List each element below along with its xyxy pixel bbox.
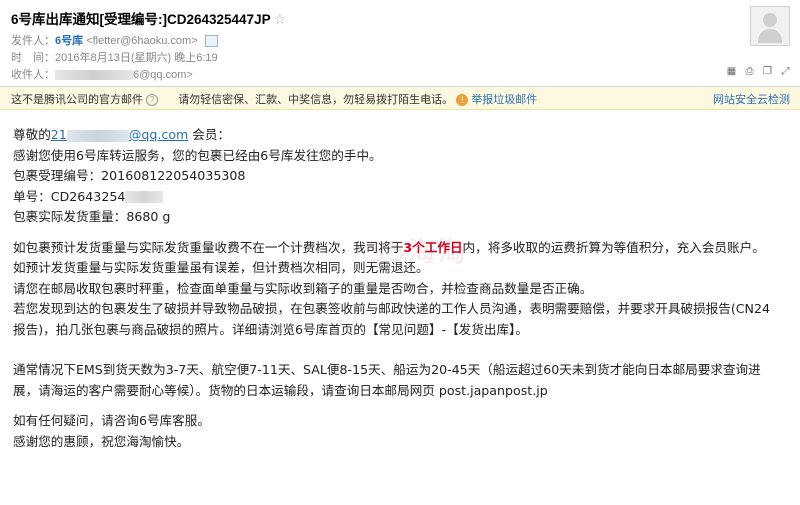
email-redaction xyxy=(66,129,129,142)
avatar-head-shape xyxy=(763,13,777,27)
refund-paragraph: 如包裹预计发货重量与实际发货重量收费不在一个计费档次，我司将于3个工作日内，将多… xyxy=(13,238,793,259)
closing-line: 感谢您的惠顾，祝您海淘愉快。 xyxy=(13,433,190,449)
recipient-email: 6@qq.com> xyxy=(133,69,193,81)
tracking-redaction xyxy=(125,191,164,203)
sender-name[interactable]: 6号库 xyxy=(55,35,83,47)
security-notice-bar: 这不是腾讯公司的官方邮件 ? 请勿轻信密保、汇款、中奖信息，勿轻易拨打陌生电话。… xyxy=(0,87,800,110)
copy-icon[interactable]: ❐ xyxy=(762,66,773,77)
avatar-body-shape xyxy=(758,29,782,43)
official-mail-text: 这不是腾讯公司的官方邮件 xyxy=(11,94,143,106)
greeting-prefix: 尊敬的 xyxy=(13,127,51,142)
recipient-redacted xyxy=(55,70,133,81)
star-icon[interactable]: ☆ xyxy=(274,11,287,27)
email-subject: 6号库出库通知[受理编号:]CD264325447JP ☆ xyxy=(11,8,286,28)
damage-paragraph-line1: 若您发现到达的包裹发生了破损并导致物品破损，在包裹签收前与邮政快递的工作人员沟通… xyxy=(13,301,770,316)
shipping-time-line2: 展，请海运的客户需要耐心等候）。货物的日本运输段，请查询日本邮局网页 post.… xyxy=(13,382,548,398)
sender-row: 发件人：6号库 <fletter@6haoku.com> xyxy=(11,32,218,48)
subject-text: 6号库出库通知[受理编号:]CD264325447JP xyxy=(11,12,271,27)
refund-text-after: 内，将多收取的运费折算为等值积分，充入会员账户。 xyxy=(462,239,765,255)
email-header: 6号库出库通知[受理编号:]CD264325447JP ☆ 发件人：6号库 <fl… xyxy=(0,0,800,87)
sender-email: <fletter@6haoku.com> xyxy=(86,35,198,47)
time-value: 2016年8月13日(星期六) 晚上6:19 xyxy=(55,52,218,64)
security-check-link[interactable]: 网站安全云检测 xyxy=(713,91,790,107)
weigh-check-paragraph: 请您在邮局收取包裹时秤重，检查面单重量与实际收到箱子的重量是否吻合，并检查商品数… xyxy=(13,280,593,296)
sender-label: 发件人： xyxy=(11,35,55,47)
tracking-line: 单号：CD2643254 xyxy=(13,187,793,208)
contact-card-icon[interactable] xyxy=(204,35,218,48)
warning-text: 请勿轻信密保、汇款、中奖信息，勿轻易拨打陌生电话。 xyxy=(178,94,454,106)
member-email-end: @qq.com xyxy=(128,127,189,142)
recipient-row: 收件人： 6@qq.com> xyxy=(11,66,193,82)
tracking-number: 单号：CD2643254 xyxy=(13,188,126,204)
report-spam-link[interactable]: 举报垃圾邮件 xyxy=(471,94,537,106)
help-icon[interactable]: ? xyxy=(146,94,159,107)
calendar-icon[interactable]: ▦ xyxy=(726,66,737,77)
time-label: 时 间： xyxy=(11,52,55,64)
expand-icon[interactable]: ⤢ xyxy=(780,66,791,77)
refund-text-before: 如包裹预计发货重量与实际发货重量收费不在一个计费档次，我司将于 xyxy=(13,239,404,255)
accept-number-line: 包裹受理编号：201608122054035308 xyxy=(13,168,246,183)
email-body: 尊敬的21 @qq.com 会员： 感谢您使用6号库转运服务，您的包裹已经由6号库… xyxy=(13,125,793,452)
report-spam-icon[interactable]: ! xyxy=(456,94,469,107)
recipient-label: 收件人： xyxy=(11,69,55,81)
business-days-highlight: 3个工作日 xyxy=(403,239,463,255)
greeting-line: 尊敬的21 @qq.com 会员： xyxy=(13,125,793,146)
member-email-start: 21 xyxy=(50,127,67,142)
greeting-suffix: 会员： xyxy=(188,127,231,142)
shipping-time-line1: 通常情况下EMS到货天数为3-7天、航空便7-11天、SAL便8-15天、船运为… xyxy=(13,362,761,377)
notice-left: 这不是腾讯公司的官方邮件 ? 请勿轻信密保、汇款、中奖信息，勿轻易拨打陌生电话。… xyxy=(11,91,537,107)
member-email-link[interactable]: 21 @qq.com xyxy=(51,127,189,142)
weight-line: 包裹实际发货重量：8680 g xyxy=(13,209,171,224)
time-row: 时 间：2016年8月13日(星期六) 晚上6:19 xyxy=(11,49,218,65)
header-icon-group: ▦ ⎙ ❐ ⤢ xyxy=(726,66,791,77)
damage-paragraph-line2: 报告)，拍几张包裹与商品破损的照片。详细请浏览6号库首页的【常见问题】-【发货出… xyxy=(13,321,528,337)
no-refund-paragraph: 如预计发货重量与实际发货重量虽有误差，但计费档次相同，则无需退还。 xyxy=(13,260,429,275)
print-icon[interactable]: ⎙ xyxy=(744,66,755,77)
avatar[interactable] xyxy=(750,6,790,46)
thanks-line: 感谢您使用6号库转运服务，您的包裹已经由6号库发往您的手中。 xyxy=(13,147,382,163)
contact-support-line: 如有任何疑问，请咨询6号库客服。 xyxy=(13,413,210,428)
